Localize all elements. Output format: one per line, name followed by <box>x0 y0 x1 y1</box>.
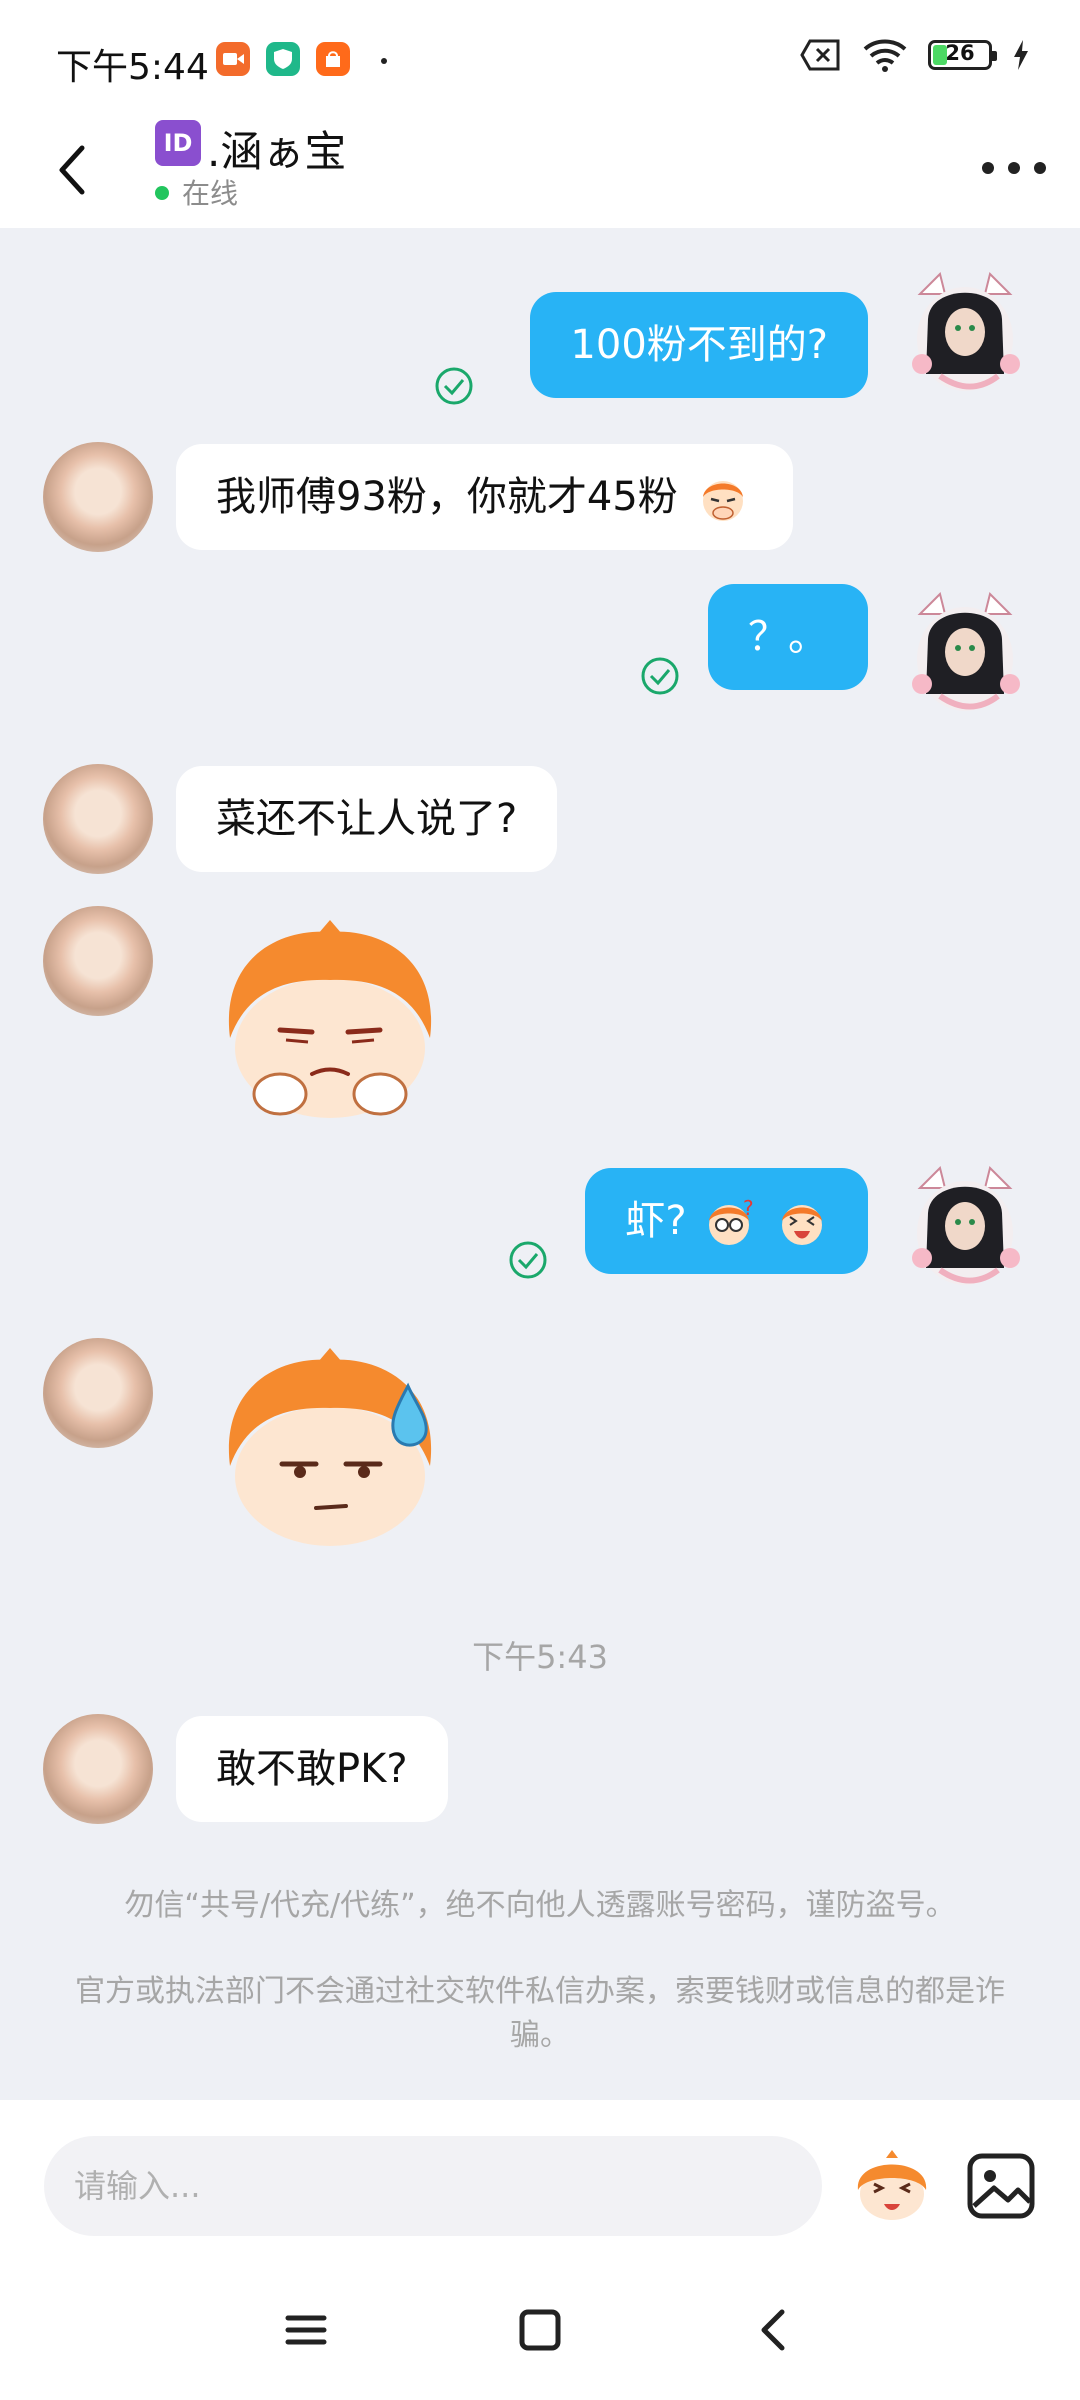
message-row-incoming: 菜还不让人说了? <box>0 764 1080 894</box>
security-notice: 勿信“共号/代充/代练”，绝不向他人透露账号密码，谨防盗号。 <box>124 1888 956 1923</box>
my-avatar[interactable] <box>900 1158 1030 1288</box>
contact-avatar[interactable] <box>43 906 153 1016</box>
message-bubble[interactable]: ？。 <box>708 584 868 690</box>
security-app-icon <box>266 42 300 76</box>
message-timestamp: 下午5:43 <box>472 1638 608 1676</box>
read-check-icon <box>435 367 473 405</box>
laughing-emoji-icon <box>782 1205 822 1245</box>
message-text: 虾? <box>625 1198 687 1244</box>
covering-mouth-emoji-icon <box>702 481 743 521</box>
id-badge: ID <box>155 120 201 166</box>
input-bar <box>0 2100 1080 2260</box>
my-avatar[interactable] <box>900 264 1030 394</box>
message-row-incoming: 敢不敢PK? <box>0 1714 1080 1844</box>
message-bubble[interactable]: 敢不敢PK? <box>176 1716 448 1822</box>
message-row-incoming <box>0 906 1080 1166</box>
chat-header: ID .涵ぁ宝 在线 <box>0 120 1080 228</box>
chat-area[interactable]: 100粉不到的? 我师傅93粉，你就才45粉 ？。 菜还不让人说了? 虾? ? … <box>0 228 1080 2100</box>
online-status-text: 在线 <box>182 177 239 210</box>
message-text: 我师傅93粉，你就才45粉 <box>216 474 678 520</box>
battery-cap <box>992 51 997 61</box>
status-time: 下午5:44 <box>56 47 209 88</box>
message-row-outgoing: 100粉不到的? <box>0 264 1080 405</box>
message-row-outgoing: ？。 <box>0 584 1080 714</box>
status-bar: 下午5:44 26 <box>0 0 1080 120</box>
contact-avatar[interactable] <box>43 764 153 874</box>
contact-name[interactable]: .涵ぁ宝 <box>207 118 346 179</box>
charging-icon <box>1014 40 1028 70</box>
system-nav-bar <box>0 2260 1080 2400</box>
notification-dot <box>381 58 387 64</box>
contact-avatar[interactable] <box>43 442 153 552</box>
back-button[interactable] <box>44 128 104 212</box>
read-check-icon <box>641 657 679 695</box>
back-icon[interactable] <box>744 2300 804 2360</box>
message-bubble[interactable]: 菜还不让人说了? <box>176 766 558 872</box>
video-app-icon <box>216 42 250 76</box>
svg-text:?: ? <box>743 1197 754 1220</box>
image-picker-icon[interactable] <box>964 2148 1040 2224</box>
more-dot <box>1008 162 1020 174</box>
contact-avatar[interactable] <box>43 1714 153 1824</box>
message-row-incoming: 我师傅93粉，你就才45粉 <box>0 442 1080 572</box>
message-bubble[interactable]: 100粉不到的? <box>530 292 868 398</box>
message-row-incoming <box>0 1338 1080 1598</box>
battery-icon: 26 <box>928 40 997 70</box>
unamused-sticker-icon[interactable] <box>200 918 460 1128</box>
shop-app-icon <box>316 42 350 76</box>
sweat-sticker-icon[interactable] <box>200 1346 460 1556</box>
online-status-dot <box>155 186 169 200</box>
fraud-notice: 官方或执法部门不会通过社交软件私信办案，索要钱财或信息的都是诈骗。 <box>75 1974 1005 2053</box>
more-dot <box>982 162 994 174</box>
read-check-icon <box>509 1241 547 1279</box>
my-avatar[interactable] <box>900 584 1030 714</box>
status-icons: 26 <box>800 38 1030 72</box>
more-dot <box>1034 162 1046 174</box>
chevron-left-icon <box>59 145 85 195</box>
sim-missing-icon <box>800 39 840 71</box>
message-bubble[interactable]: 我师傅93粉，你就才45粉 <box>176 444 793 550</box>
message-bubble[interactable]: 虾? ? <box>585 1168 868 1274</box>
more-options-button[interactable] <box>982 148 1046 188</box>
menu-icon[interactable] <box>276 2300 336 2360</box>
home-icon[interactable] <box>510 2300 570 2360</box>
contact-avatar[interactable] <box>43 1338 153 1448</box>
battery-level-text: 26 <box>945 41 975 65</box>
emoji-sticker-icon[interactable] <box>848 2142 936 2230</box>
message-row-outgoing: 虾? ? <box>0 1158 1080 1298</box>
message-input[interactable] <box>44 2136 822 2236</box>
wifi-icon <box>863 39 907 72</box>
confused-emoji-icon: ? <box>709 1197 754 1245</box>
